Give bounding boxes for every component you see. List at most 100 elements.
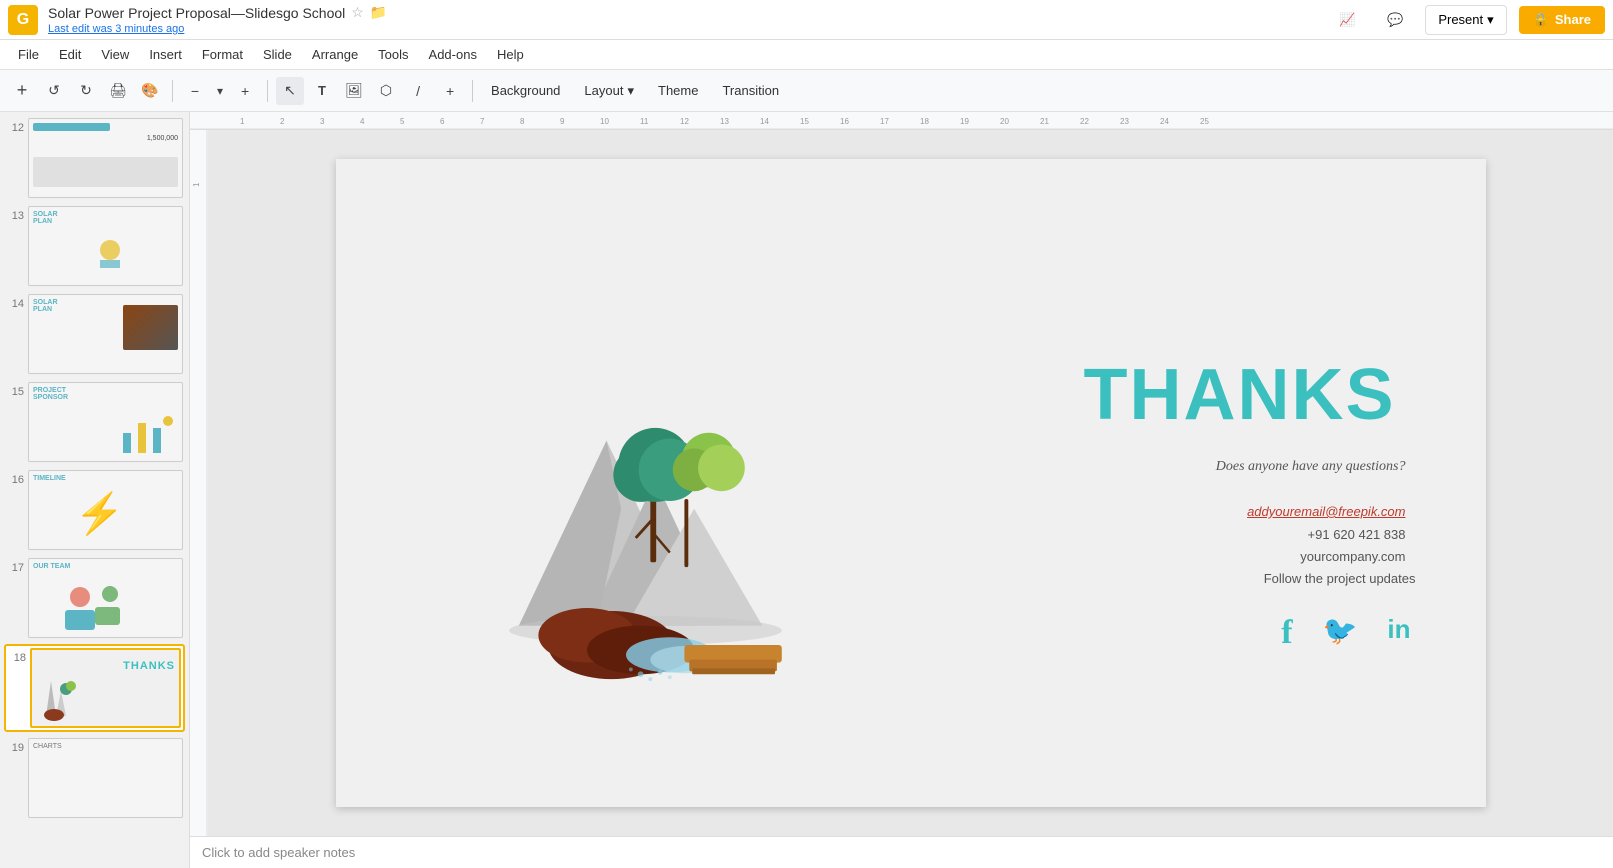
layout-button[interactable]: Layout ▾ <box>574 79 644 103</box>
svg-text:11: 11 <box>640 117 649 126</box>
top-bar: G Solar Power Project Proposal—Slidesgo … <box>0 0 1613 40</box>
menu-tools[interactable]: Tools <box>368 43 418 66</box>
menu-help[interactable]: Help <box>487 43 534 66</box>
slide-thumb-18[interactable]: 18 THANKS <box>4 644 185 732</box>
last-edit-link[interactable]: Last edit was 3 minutes ago <box>48 23 1329 35</box>
slide-num-17: 17 <box>6 558 24 574</box>
slide-num-12: 12 <box>6 118 24 134</box>
menu-arrange[interactable]: Arrange <box>302 43 368 66</box>
svg-text:5: 5 <box>400 117 405 126</box>
transition-button[interactable]: Transition <box>712 79 789 102</box>
main-slide: THANKS Does anyone have any questions? a… <box>336 159 1486 807</box>
svg-text:4: 4 <box>360 117 365 126</box>
slide-preview-12: 1,500,000 <box>28 118 183 198</box>
slide-social-icons: f 🐦 in <box>1281 614 1410 652</box>
slide-email: addyouremail@freepik.com <box>1247 504 1405 519</box>
notes-bar[interactable]: Click to add speaker notes <box>190 836 1613 868</box>
slide-container[interactable]: THANKS Does anyone have any questions? a… <box>208 130 1613 836</box>
menu-bar: File Edit View Insert Format Slide Arran… <box>0 40 1613 70</box>
zoom-out-button[interactable]: − <box>181 77 209 105</box>
slide-num-19: 19 <box>6 738 24 754</box>
background-button[interactable]: Background <box>481 79 570 102</box>
folder-icon[interactable]: 📁 <box>370 4 387 21</box>
slide-illustration <box>456 314 796 689</box>
svg-text:25: 25 <box>1200 117 1209 126</box>
slide-thumb-17[interactable]: 17 OUR TEAM <box>4 556 185 640</box>
select-tool-button[interactable]: ↖ <box>276 77 304 105</box>
redo-button[interactable]: ↻ <box>72 77 100 105</box>
svg-text:23: 23 <box>1120 117 1129 126</box>
slide-preview-18: THANKS <box>30 648 181 728</box>
notes-placeholder: Click to add speaker notes <box>202 845 355 860</box>
svg-text:7: 7 <box>480 117 485 126</box>
menu-format[interactable]: Format <box>192 43 253 66</box>
svg-text:12: 12 <box>680 117 689 126</box>
slide-preview-19: CHARTS <box>28 738 183 818</box>
svg-text:14: 14 <box>760 117 769 126</box>
layout-arrow-icon: ▾ <box>627 83 634 99</box>
main-area: 12 1,500,000 13 SOLARPLAN <box>0 112 1613 868</box>
menu-view[interactable]: View <box>91 43 139 66</box>
svg-text:9: 9 <box>560 117 565 126</box>
image-tool-button[interactable]: 🖼 <box>340 77 368 105</box>
svg-text:20: 20 <box>1000 117 1009 126</box>
svg-text:2: 2 <box>280 117 285 126</box>
slide-num-16: 16 <box>6 470 24 486</box>
menu-slide[interactable]: Slide <box>253 43 302 66</box>
slide-preview-13: SOLARPLAN <box>28 206 183 286</box>
theme-button[interactable]: Theme <box>648 79 708 102</box>
line-tool-button[interactable]: / <box>404 77 432 105</box>
print-button[interactable]: 🖨 <box>104 77 132 105</box>
slide-thumb-15[interactable]: 15 PROJECTSPONSOR <box>4 380 185 464</box>
svg-text:3: 3 <box>320 117 325 126</box>
slide-follow-text: Follow the project updates <box>1196 571 1416 586</box>
textbox-tool-button[interactable]: T <box>308 77 336 105</box>
svg-text:6: 6 <box>440 117 445 126</box>
svg-text:17: 17 <box>880 117 889 126</box>
ruler-top: 12 34 56 78 910 1112 1314 1516 1718 1920… <box>190 112 1613 130</box>
more-tools-button[interactable]: + <box>436 77 464 105</box>
menu-edit[interactable]: Edit <box>49 43 91 66</box>
slide-thumb-19[interactable]: 19 CHARTS <box>4 736 185 820</box>
slide-thumb-14[interactable]: 14 SOLARPLAN <box>4 292 185 376</box>
slide-thumb-12[interactable]: 12 1,500,000 <box>4 116 185 200</box>
menu-addons[interactable]: Add-ons <box>419 43 487 66</box>
doc-title: Solar Power Project Proposal—Slidesgo Sc… <box>48 4 1329 21</box>
slide-thanks-heading: THANKS <box>1084 354 1396 436</box>
slide-num-13: 13 <box>6 206 24 222</box>
paint-format-button[interactable]: 🎨 <box>136 77 164 105</box>
shape-tool-button[interactable]: ⬡ <box>372 77 400 105</box>
slide-subtitle: Does anyone have any questions? <box>1216 459 1406 475</box>
present-button[interactable]: Present ▾ <box>1425 5 1506 35</box>
slide-thumb-13[interactable]: 13 SOLARPLAN <box>4 204 185 288</box>
svg-text:24: 24 <box>1160 117 1169 126</box>
zoom-level-button[interactable]: ▾ <box>213 77 227 105</box>
title-area: Solar Power Project Proposal—Slidesgo Sc… <box>48 4 1329 35</box>
slide-preview-14: SOLARPLAN <box>28 294 183 374</box>
slide-website: yourcompany.com <box>1206 549 1406 564</box>
undo-button[interactable]: ↺ <box>40 77 68 105</box>
trend-button[interactable]: 📈 <box>1329 6 1365 34</box>
toolbar-separator-3 <box>472 80 473 102</box>
comments-button[interactable]: 💬 <box>1377 6 1413 34</box>
svg-text:16: 16 <box>840 117 849 126</box>
menu-insert[interactable]: Insert <box>139 43 192 66</box>
zoom-in-button[interactable]: + <box>231 77 259 105</box>
slide-preview-15: PROJECTSPONSOR <box>28 382 183 462</box>
svg-text:8: 8 <box>520 117 525 126</box>
svg-text:19: 19 <box>960 117 969 126</box>
slide-thumb-16[interactable]: 16 TIMELINE ⚡ <box>4 468 185 552</box>
menu-file[interactable]: File <box>8 43 49 66</box>
app-icon: G <box>8 5 38 35</box>
toolbar-separator-1 <box>172 80 173 102</box>
toolbar-separator-2 <box>267 80 268 102</box>
star-icon[interactable]: ☆ <box>351 4 364 21</box>
share-button[interactable]: 🔒 Share <box>1519 6 1605 34</box>
slide-num-15: 15 <box>6 382 24 398</box>
share-lock-icon: 🔒 <box>1533 12 1549 28</box>
present-dropdown-arrow: ▾ <box>1487 12 1494 28</box>
svg-text:10: 10 <box>600 117 609 126</box>
add-slide-button[interactable]: + <box>8 77 36 105</box>
twitter-icon: 🐦 <box>1323 614 1358 652</box>
svg-text:1: 1 <box>240 117 245 126</box>
